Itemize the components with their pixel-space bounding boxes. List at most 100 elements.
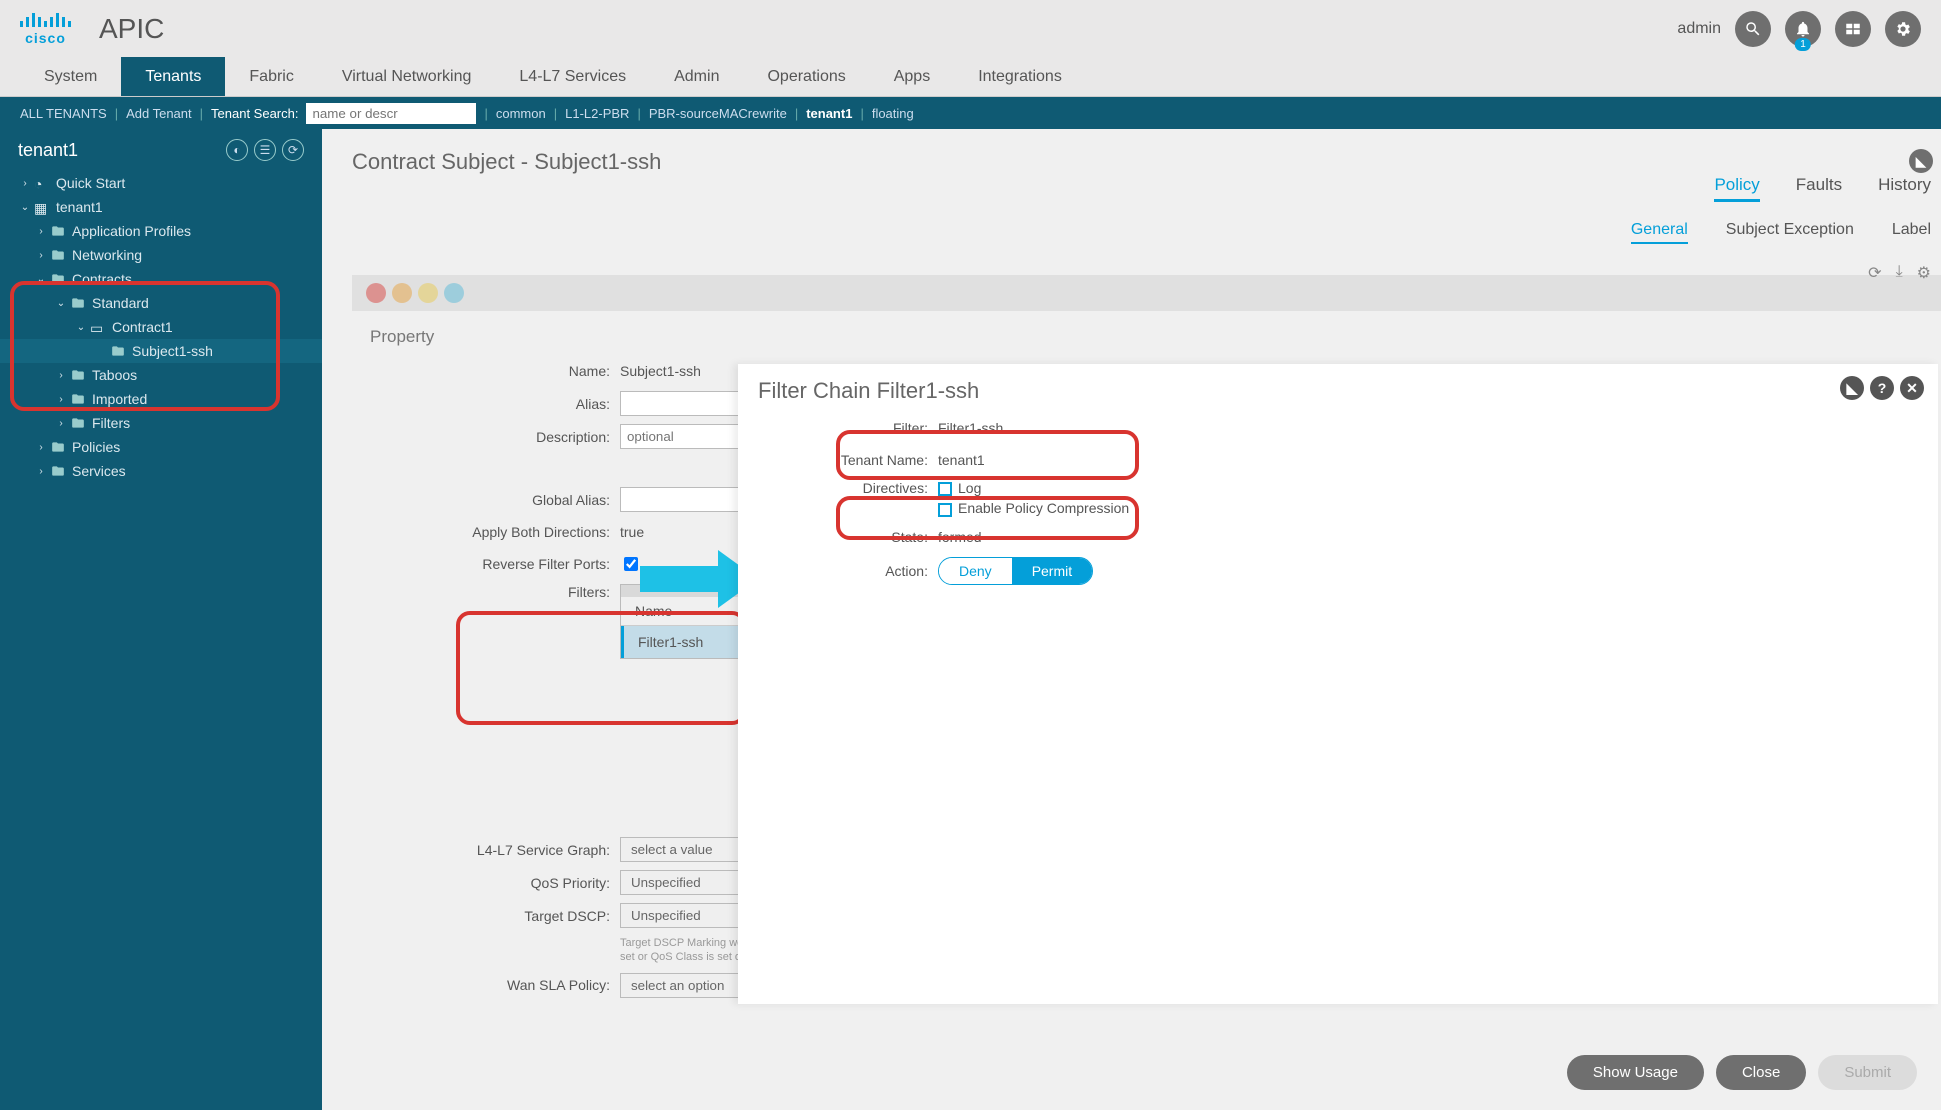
- search-icon[interactable]: [1735, 11, 1771, 47]
- nav-tab-l4l7[interactable]: L4-L7 Services: [495, 57, 650, 96]
- panel-filter-label: Filter:: [758, 420, 938, 436]
- action-deny[interactable]: Deny: [939, 558, 1012, 584]
- fault-info-icon[interactable]: [444, 283, 464, 303]
- folder-icon: [70, 296, 86, 310]
- apply-both-label: Apply Both Directions:: [370, 524, 620, 540]
- action-permit[interactable]: Permit: [1012, 558, 1092, 584]
- description-label: Description:: [370, 429, 620, 445]
- sidebar-title: tenant1: [18, 140, 78, 161]
- alert-badge: 1: [1795, 38, 1811, 51]
- footer-buttons: Show Usage Close Submit: [1567, 1055, 1917, 1090]
- reverse-label: Reverse Filter Ports:: [370, 556, 620, 572]
- fault-critical-icon[interactable]: [366, 283, 386, 303]
- gear-icon[interactable]: [1885, 11, 1921, 47]
- tree-taboos[interactable]: ›Taboos: [0, 363, 322, 387]
- sidebar-icon-3[interactable]: ⟳: [282, 139, 304, 161]
- tab-policy[interactable]: Policy: [1714, 175, 1759, 202]
- folder-icon: [70, 416, 86, 430]
- quickstart-icon: ◔: [34, 176, 50, 190]
- nav-tab-system[interactable]: System: [20, 57, 121, 96]
- tree-contract1[interactable]: ⌄▭Contract1: [0, 315, 322, 339]
- tree-policies[interactable]: ›Policies: [0, 435, 322, 459]
- tree-standard[interactable]: ⌄Standard: [0, 291, 322, 315]
- panel-close-icon[interactable]: ✕: [1900, 376, 1924, 400]
- refresh-icon[interactable]: ⟳: [1868, 263, 1881, 283]
- fault-minor-icon[interactable]: [418, 283, 438, 303]
- apply-both-value: true: [620, 524, 644, 540]
- tab-faults[interactable]: Faults: [1796, 175, 1842, 202]
- nav-tab-admin[interactable]: Admin: [650, 57, 743, 96]
- sidebar-icon-1[interactable]: ◐: [226, 139, 248, 161]
- sidebar: tenant1 ◐ ☰ ⟳ ›◔Quick Start ⌄▦tenant1 ›A…: [0, 129, 322, 1110]
- service-graph-label: L4-L7 Service Graph:: [370, 842, 620, 858]
- apps-icon[interactable]: [1835, 11, 1871, 47]
- tab-history[interactable]: History: [1878, 175, 1931, 202]
- fault-major-icon[interactable]: [392, 283, 412, 303]
- folder-icon: [50, 440, 66, 454]
- name-value: Subject1-ssh: [620, 363, 701, 379]
- tenant-link-floating[interactable]: floating: [872, 106, 914, 121]
- tenant-search-input[interactable]: [306, 103, 476, 124]
- tenant-link-common[interactable]: common: [496, 106, 546, 121]
- tree-services[interactable]: ›Services: [0, 459, 322, 483]
- add-tenant-link[interactable]: Add Tenant: [126, 106, 192, 121]
- panel-bookmark-icon[interactable]: ◣: [1840, 376, 1864, 400]
- reverse-checkbox[interactable]: [624, 557, 638, 571]
- subtab-subject-exception[interactable]: Subject Exception: [1726, 221, 1854, 244]
- all-tenants-link[interactable]: ALL TENANTS: [20, 106, 107, 121]
- tenant-link-l1l2pbr[interactable]: L1-L2-PBR: [565, 106, 629, 121]
- panel-help-icon[interactable]: ?: [1870, 376, 1894, 400]
- tree-imported[interactable]: ›Imported: [0, 387, 322, 411]
- nav-tab-virtual-networking[interactable]: Virtual Networking: [318, 57, 496, 96]
- tree-contracts[interactable]: ⌄Contracts: [0, 267, 322, 291]
- compress-checkbox[interactable]: [938, 503, 952, 517]
- qos-label: QoS Priority:: [370, 875, 620, 891]
- tree-application-profiles[interactable]: ›Application Profiles: [0, 219, 322, 243]
- tree-networking[interactable]: ›Networking: [0, 243, 322, 267]
- fault-bar: [352, 275, 1941, 311]
- log-checkbox[interactable]: [938, 482, 952, 496]
- sidebar-icon-2[interactable]: ☰: [254, 139, 276, 161]
- folder-icon: [70, 392, 86, 406]
- tenant-link-pbrsrcmac[interactable]: PBR-sourceMACrewrite: [649, 106, 787, 121]
- contract-icon: ▭: [90, 320, 106, 334]
- nav-tab-integrations[interactable]: Integrations: [954, 57, 1086, 96]
- panel-tenant-value: tenant1: [938, 452, 985, 468]
- tenant-search-label: Tenant Search:: [211, 106, 298, 121]
- panel-state-label: State:: [758, 529, 938, 545]
- tenant-subbar: ALL TENANTS | Add Tenant | Tenant Search…: [0, 97, 1941, 129]
- folder-icon: [110, 344, 126, 358]
- tenant-link-tenant1[interactable]: tenant1: [806, 106, 852, 121]
- main-subtabs: General Subject Exception Label: [1631, 221, 1941, 244]
- nav-tab-apps[interactable]: Apps: [870, 57, 954, 96]
- download-icon[interactable]: ⤓: [1896, 263, 1903, 283]
- panel-directives-label: Directives:: [758, 480, 938, 496]
- wan-label: Wan SLA Policy:: [370, 977, 620, 993]
- nav-tabs: System Tenants Fabric Virtual Networking…: [0, 57, 1941, 97]
- tree-tenant1[interactable]: ⌄▦tenant1: [0, 195, 322, 219]
- bell-icon[interactable]: 1: [1785, 11, 1821, 47]
- bookmark-icon[interactable]: ◣: [1909, 149, 1933, 173]
- folder-icon: [50, 248, 66, 262]
- content-toolbar: ⟳ ⤓ ⚙: [1868, 263, 1931, 283]
- compress-label: Enable Policy Compression: [958, 500, 1129, 516]
- more-icon[interactable]: ⚙: [1917, 263, 1931, 283]
- close-button[interactable]: Close: [1716, 1055, 1806, 1090]
- nav-tab-fabric[interactable]: Fabric: [225, 57, 317, 96]
- folder-icon: [50, 464, 66, 478]
- submit-button: Submit: [1818, 1055, 1917, 1090]
- nav-tab-operations[interactable]: Operations: [743, 57, 869, 96]
- filter-chain-panel: Filter Chain Filter1-ssh ◣ ? ✕ Filter:Fi…: [738, 364, 1938, 1004]
- tree-filters[interactable]: ›Filters: [0, 411, 322, 435]
- tree-subject1-ssh[interactable]: Subject1-ssh: [0, 339, 322, 363]
- nav-tab-tenants[interactable]: Tenants: [121, 57, 225, 96]
- name-label: Name:: [370, 363, 620, 379]
- subtab-label[interactable]: Label: [1892, 221, 1931, 244]
- folder-icon: [50, 272, 66, 286]
- user-label[interactable]: admin: [1677, 20, 1721, 38]
- alias-label: Alias:: [370, 396, 620, 412]
- show-usage-button[interactable]: Show Usage: [1567, 1055, 1704, 1090]
- tree-quick-start[interactable]: ›◔Quick Start: [0, 171, 322, 195]
- subtab-general[interactable]: General: [1631, 221, 1688, 244]
- dscp-label: Target DSCP:: [370, 908, 620, 924]
